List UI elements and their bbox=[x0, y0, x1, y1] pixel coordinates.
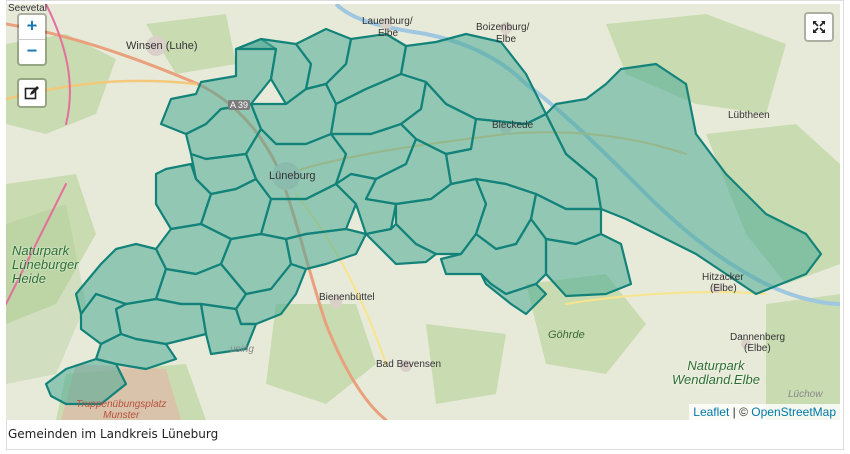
label-usinge: using bbox=[230, 344, 254, 355]
fullscreen-button[interactable] bbox=[804, 12, 834, 42]
label-military: Truppenübungsplatz Munster bbox=[76, 399, 167, 420]
label-bleckede: Bleckede bbox=[492, 120, 534, 131]
edit-button[interactable] bbox=[17, 78, 47, 108]
osm-link[interactable]: OpenStreetMap bbox=[751, 405, 836, 419]
map-view[interactable]: Seevetal Winsen (Luhe) Lauenburg/ Elbe B… bbox=[6, 4, 840, 420]
label-dannenberg-1: Dannenberg bbox=[730, 332, 786, 343]
label-winsen: Winsen (Luhe) bbox=[126, 40, 198, 52]
label-luebtheen: Lübtheen bbox=[728, 110, 770, 121]
label-hitzacker-1: Hitzacker bbox=[702, 272, 744, 283]
label-park-heide: Naturpark Lüneburger Heide bbox=[12, 243, 79, 286]
label-hitzacker-2: (Elbe) bbox=[710, 283, 737, 294]
label-a39: A 39 bbox=[228, 100, 251, 110]
label-lueneburg: Lüneburg bbox=[269, 170, 316, 182]
label-goehrde: Göhrde bbox=[548, 329, 585, 341]
label-boizenburg-1: Boizenburg/ bbox=[476, 22, 530, 33]
label-bienenbuettel: Bienenbüttel bbox=[319, 292, 375, 303]
label-dannenberg-2: (Elbe) bbox=[744, 343, 771, 354]
label-park-elbe: Naturpark Wendland.Elbe bbox=[672, 358, 760, 387]
map-caption: Gemeinden im Landkreis Lüneburg bbox=[8, 427, 219, 441]
fullscreen-icon bbox=[813, 21, 825, 33]
zoom-control: + − bbox=[17, 13, 47, 66]
label-lauenburg-1: Lauenburg/ bbox=[362, 16, 413, 27]
label-lauenburg-2: Elbe bbox=[378, 28, 399, 39]
leaflet-link[interactable]: Leaflet bbox=[693, 405, 729, 419]
map-attribution: Leaflet | © OpenStreetMap bbox=[689, 404, 840, 420]
label-luechow: Lüchow bbox=[788, 389, 823, 400]
attribution-separator: | © bbox=[729, 405, 752, 419]
zoom-out-button[interactable]: − bbox=[19, 39, 45, 64]
zoom-in-button[interactable]: + bbox=[19, 15, 45, 39]
label-bad-bevensen: Bad Bevensen bbox=[376, 359, 442, 370]
edit-icon bbox=[24, 86, 39, 100]
label-boizenburg-2: Elbe bbox=[496, 34, 517, 45]
